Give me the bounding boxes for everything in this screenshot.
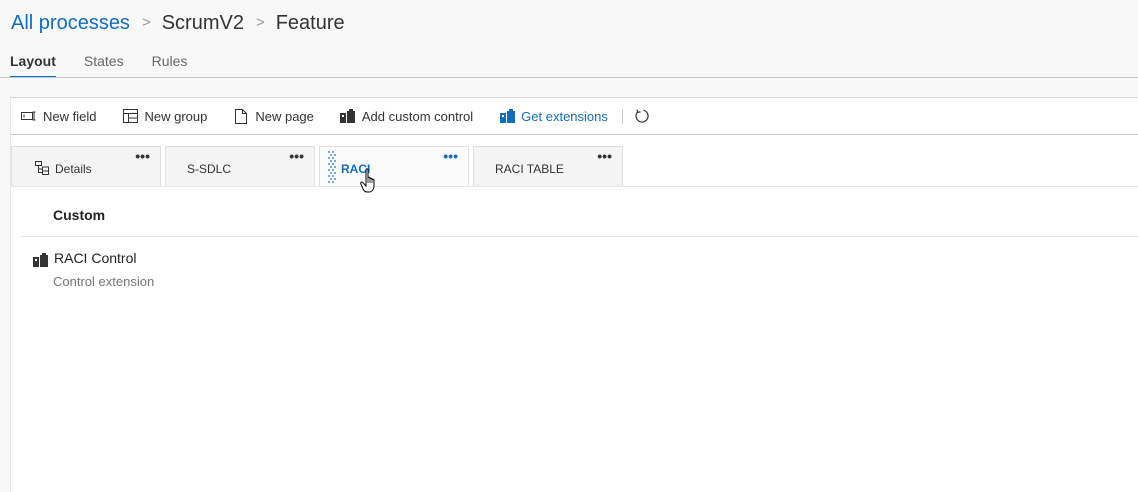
new-page-button[interactable]: New page (233, 108, 314, 124)
page-tab-label: RACI TABLE (495, 162, 564, 176)
new-page-label: New page (255, 108, 314, 124)
page-tab-label: Details (55, 162, 92, 176)
breadcrumb-work-item-type: Feature (275, 11, 345, 34)
page-more-button[interactable]: ••• (289, 149, 304, 163)
page-tab-label: RACI (341, 162, 371, 176)
refresh-icon (635, 109, 649, 123)
new-group-button[interactable]: New group (122, 108, 207, 124)
tab-layout[interactable]: Layout (10, 53, 56, 78)
tab-bar: Layout States Rules (10, 53, 215, 78)
page-more-button[interactable]: ••• (135, 149, 150, 163)
page-tab-s-sdlc[interactable]: S-SDLC ••• (165, 146, 315, 186)
custom-control-icon (340, 108, 356, 124)
tab-divider (0, 77, 1138, 78)
group-divider (21, 236, 1138, 237)
control-name[interactable]: RACI Control (54, 250, 136, 266)
breadcrumb-all-processes[interactable]: All processes (11, 12, 130, 35)
get-extensions-label: Get extensions (521, 108, 608, 124)
page-tab-raci-table[interactable]: RACI TABLE ••• (473, 146, 623, 186)
refresh-button[interactable] (633, 107, 651, 125)
page-tabs-divider (11, 186, 1138, 187)
page-tab-label: S-SDLC (187, 162, 232, 176)
details-icon (35, 161, 49, 175)
add-custom-control-button[interactable]: Add custom control (340, 108, 473, 124)
new-group-icon (122, 108, 138, 124)
toolbar-divider (621, 108, 623, 124)
control-description: Control extension (53, 274, 155, 289)
drag-handle-icon[interactable] (328, 151, 336, 183)
extension-control-icon (33, 253, 48, 267)
breadcrumb-process[interactable]: ScrumV2 (162, 12, 244, 35)
group-title: Custom (53, 207, 106, 223)
toolbar: New field New group New page Add custom … (11, 98, 1138, 135)
breadcrumb-separator: > (255, 13, 265, 31)
tab-states[interactable]: States (84, 53, 124, 77)
page-tab-raci[interactable]: RACI ••• (319, 146, 469, 186)
extensions-icon (499, 108, 515, 124)
new-group-label: New group (144, 108, 208, 124)
page-more-button[interactable]: ••• (597, 149, 612, 163)
page-tabs: Details ••• S-SDLC ••• RACI ••• RACI TAB… (11, 146, 627, 186)
layout-panel: New field New group New page Add custom … (10, 97, 1138, 492)
page-tab-details[interactable]: Details ••• (11, 146, 161, 186)
breadcrumb-separator: > (141, 13, 151, 31)
new-field-label: New field (43, 108, 97, 124)
page-more-button[interactable]: ••• (443, 149, 458, 163)
new-field-button[interactable]: New field (21, 108, 96, 124)
new-field-icon (21, 108, 37, 124)
get-extensions-button[interactable]: Get extensions (499, 108, 608, 124)
breadcrumb: All processes > ScrumV2 > Feature (11, 9, 345, 37)
tab-rules[interactable]: Rules (152, 53, 188, 77)
add-custom-control-label: Add custom control (361, 108, 474, 124)
new-page-icon (233, 108, 249, 124)
